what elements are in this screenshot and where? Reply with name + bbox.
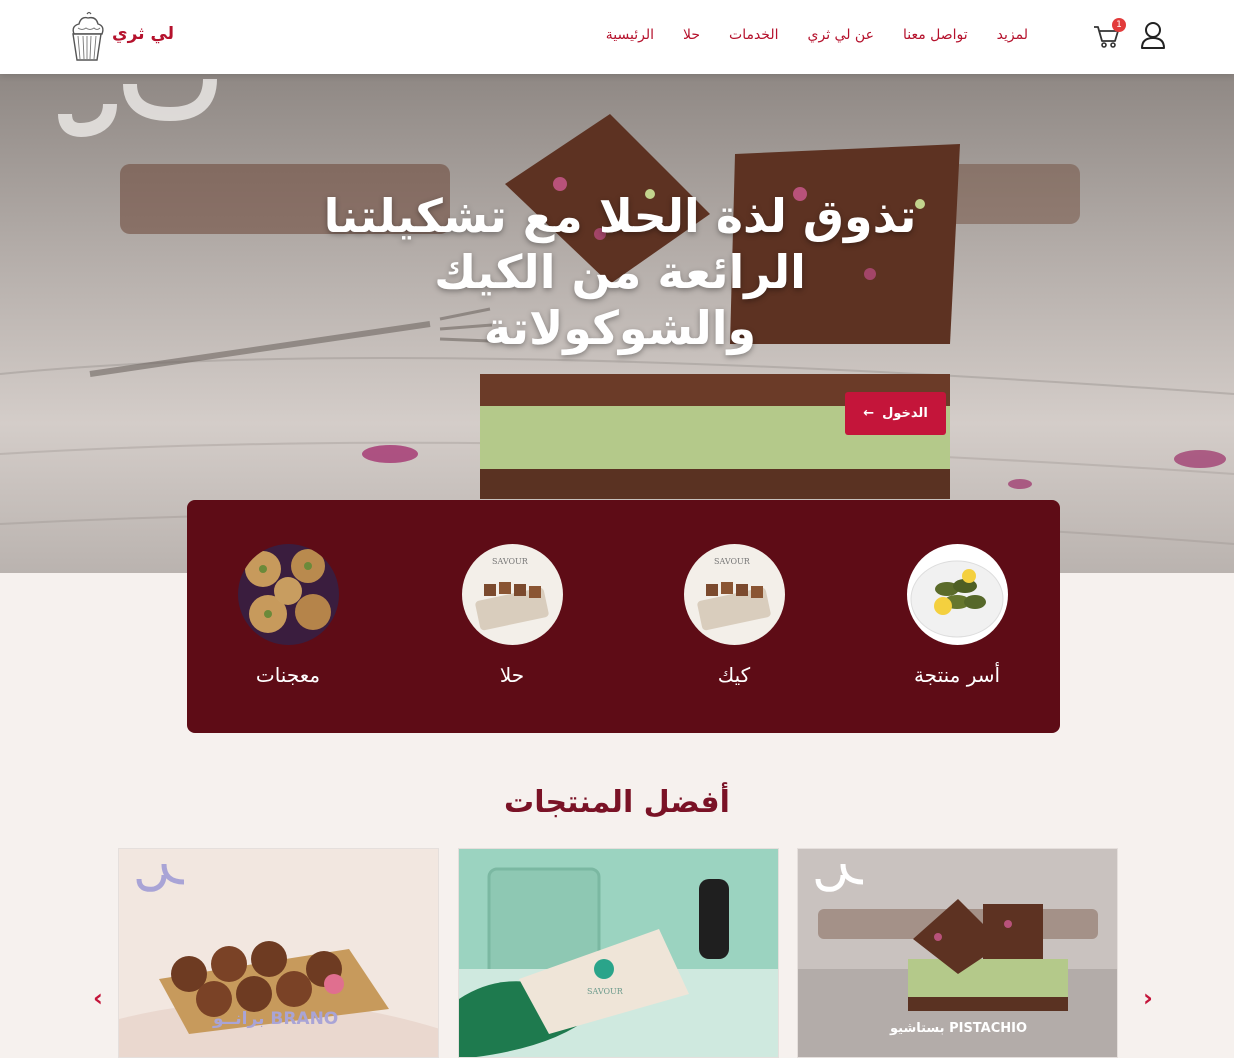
nav-link-more[interactable]: لمزيد (997, 27, 1028, 43)
category-sweets[interactable]: SAVOUR حلا (432, 544, 592, 687)
carousel-next-button[interactable]: › (1136, 986, 1160, 1010)
category-productive-families[interactable]: أسر منتجة (877, 544, 1037, 687)
product-card-gift-box[interactable]: SAVOUR (458, 848, 779, 1058)
nav-link-home[interactable]: الرئيسية (606, 27, 654, 43)
nav-link-contact[interactable]: تواصل معنا (903, 27, 968, 43)
hero-title: تذوق لذة الحلا مع تشكيلتنا الرائعة من ال… (323, 189, 917, 355)
cart-count-badge: 1 (1112, 18, 1126, 32)
category-cake[interactable]: SAVOUR كيك (654, 544, 814, 687)
navbar: لي ثري لمزيد تواصل معنا عن لي ثري الخدما… (0, 0, 1234, 74)
user-icon[interactable] (1140, 20, 1166, 50)
category-label: أسر منتجة (913, 663, 1001, 687)
best-products-title: أفضل المنتجات (504, 785, 730, 820)
hero-enter-button[interactable]: ← الدخول (845, 392, 946, 435)
category-image-grape-leaves (906, 544, 1008, 645)
category-label: كيك (717, 663, 751, 687)
product-card-brano[interactable]: برانــو BRANO (118, 848, 439, 1058)
nav-menu: لمزيد تواصل معنا عن لي ثري الخدمات حلا ا… (606, 27, 1028, 43)
svg-text:SAVOUR: SAVOUR (492, 557, 529, 566)
cupcake-icon (72, 11, 104, 61)
category-image-cookies (237, 544, 339, 645)
nav-link-services[interactable]: الخدمات (729, 27, 779, 43)
product-image-gift-box: SAVOUR (459, 849, 778, 1057)
category-pastries[interactable]: معجنات (208, 544, 368, 687)
arrow-left-icon: ← (863, 406, 875, 421)
category-label: حلا (499, 663, 525, 687)
brand-logo[interactable]: لي ثري (68, 10, 174, 64)
svg-text:SAVOUR: SAVOUR (714, 557, 751, 566)
cart-button[interactable]: 1 (1092, 18, 1126, 50)
carousel-prev-button[interactable]: ‹ (86, 986, 110, 1010)
nav-link-sweets[interactable]: حلا (683, 27, 700, 43)
category-label: معجنات (255, 663, 321, 687)
nav-icons: 1 (1092, 18, 1166, 50)
hero-banner: تذوق لذة الحلا مع تشكيلتنا الرائعة من ال… (0, 74, 1234, 573)
hero-enter-label: الدخول (882, 406, 928, 421)
brand-name: لي ثري (112, 24, 175, 44)
svg-text:SAVOUR: SAVOUR (587, 987, 624, 996)
product-caption: برانــو BRANO (213, 1009, 339, 1029)
product-caption: بستاشيو PISTACHIO (890, 1021, 1028, 1036)
product-card-pistachio[interactable]: بستاشيو PISTACHIO (797, 848, 1118, 1058)
category-image-sweets-box: SAVOUR (683, 544, 785, 645)
categories-panel: أسر منتجة SAVOUR كيك SAVOUR حلا معجنات (187, 500, 1060, 733)
category-image-sweets-box: SAVOUR (461, 544, 563, 645)
nav-link-about[interactable]: عن لي ثري (808, 27, 874, 43)
